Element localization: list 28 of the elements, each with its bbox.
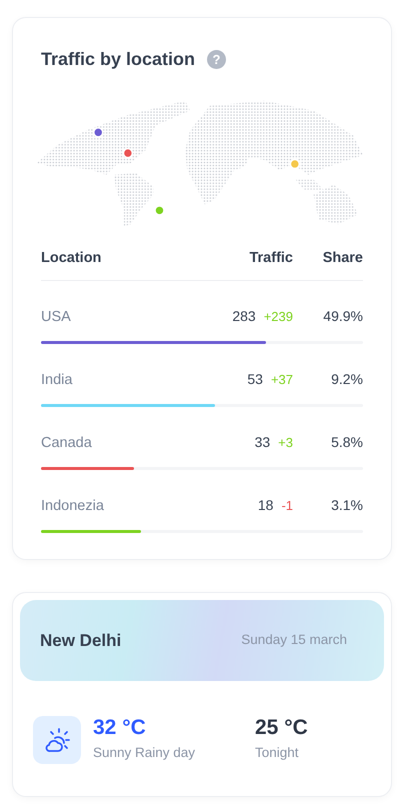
sun-cloud-icon — [44, 726, 70, 753]
date-label: Sunday 15 march — [241, 631, 347, 650]
share-value: 3.1% — [331, 496, 363, 513]
share-value: 5.8% — [331, 434, 363, 450]
traffic-change: -1 — [281, 497, 293, 516]
column-header: Traffic — [249, 250, 293, 266]
share-value: 49.9% — [323, 308, 363, 324]
temperature: 32 °C — [93, 716, 147, 740]
traffic-change: +239 — [264, 308, 293, 326]
column-header: Location — [41, 249, 102, 268]
column-header: Share — [322, 250, 363, 266]
help-icon[interactable]: ? — [207, 50, 226, 69]
traffic-value: 33 — [254, 433, 270, 452]
location-name: USA — [41, 308, 71, 325]
night-label: Tonight — [255, 744, 300, 762]
night-temperature: 25 °C — [255, 716, 308, 740]
traffic-change: +37 — [270, 371, 293, 390]
location-name: Indonezia — [41, 498, 104, 514]
traffic-value: 53 — [247, 370, 263, 390]
traffic-value: 283 — [232, 307, 256, 326]
traffic-change: +3 — [278, 434, 293, 452]
city-name: New Delhi — [40, 630, 122, 652]
location-name: Canada — [41, 434, 92, 451]
card-title: Traffic by location — [41, 48, 196, 71]
weather-condition: Sunny Rainy day — [93, 744, 196, 762]
location-name: India — [41, 372, 72, 388]
traffic-value: 18 — [258, 496, 274, 516]
share-value: 9.2% — [331, 370, 363, 387]
